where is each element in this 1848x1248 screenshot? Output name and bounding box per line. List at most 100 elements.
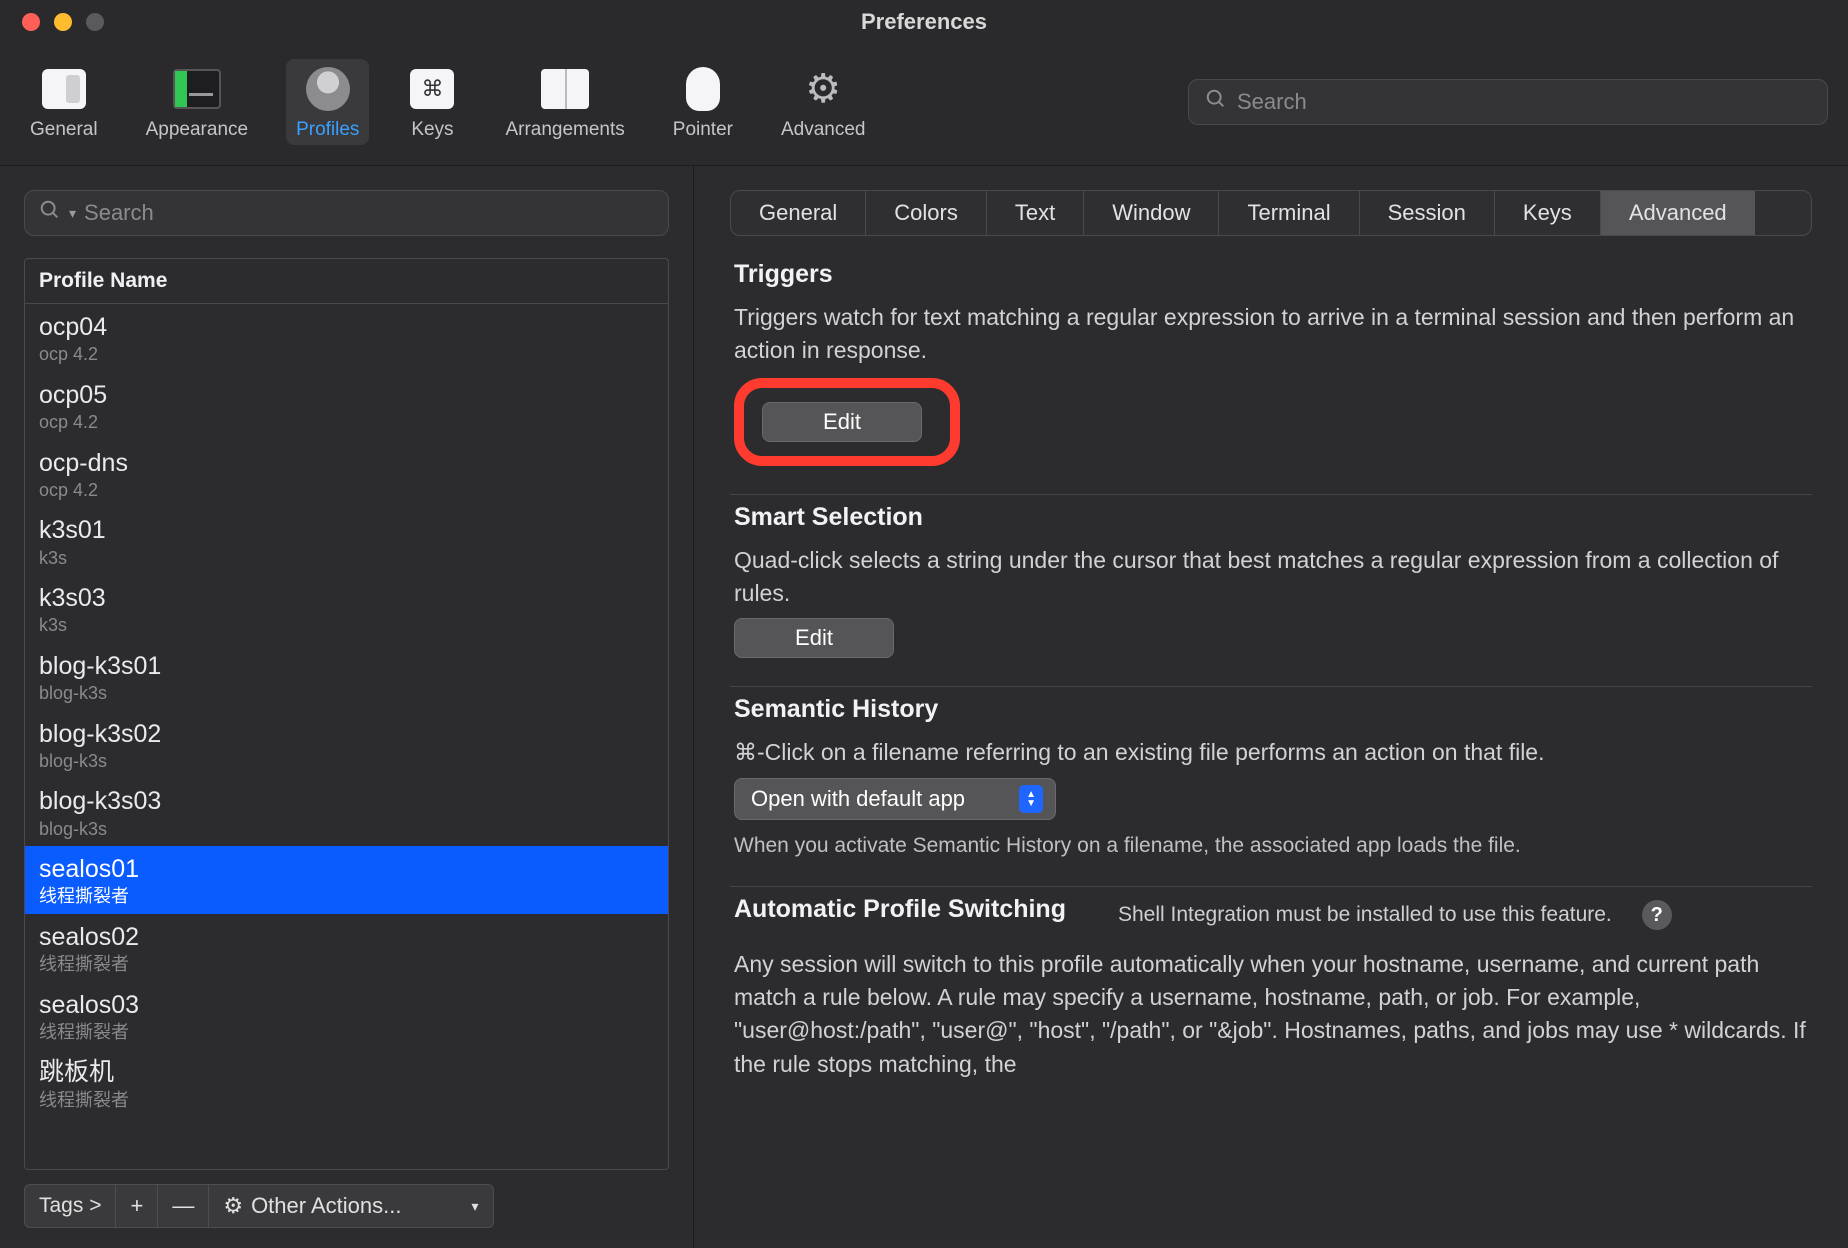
profile-row[interactable]: sealos03线程撕裂者 <box>25 982 668 1050</box>
smart-edit-button[interactable]: Edit <box>734 618 894 658</box>
minimize-window-button[interactable] <box>54 13 72 31</box>
profile-name: blog-k3s02 <box>39 719 654 750</box>
close-window-button[interactable] <box>22 13 40 31</box>
tab-window[interactable]: Window <box>1084 191 1219 235</box>
profile-row[interactable]: k3s01k3s <box>25 507 668 575</box>
profile-row[interactable]: k3s03k3s <box>25 575 668 643</box>
add-profile-button[interactable]: + <box>116 1184 158 1228</box>
smart-title: Smart Selection <box>734 503 1808 532</box>
toolbar-keys[interactable]: ⌘ Keys <box>397 59 467 145</box>
aps-title: Automatic Profile Switching <box>734 895 1066 924</box>
profile-row[interactable]: sealos01线程撕裂者 <box>25 846 668 914</box>
toolbar-search-input[interactable] <box>1237 89 1811 115</box>
toolbar-profiles-label: Profiles <box>296 119 359 141</box>
sidebar-footer: Tags > + — ⚙ Other Actions... ▾ <box>24 1184 669 1228</box>
profile-row[interactable]: blog-k3s01blog-k3s <box>25 643 668 711</box>
content: GeneralColorsTextWindowTerminalSessionKe… <box>694 166 1848 1248</box>
profile-subtitle: ocp 4.2 <box>39 411 654 434</box>
smart-desc: Quad-click selects a string under the cu… <box>734 544 1808 611</box>
profile-subtitle: 线程撕裂者 <box>39 1089 654 1112</box>
profile-row[interactable]: blog-k3s02blog-k3s <box>25 711 668 779</box>
profile-row[interactable]: blog-k3s03blog-k3s <box>25 778 668 846</box>
profile-search[interactable]: ▾ <box>24 190 669 236</box>
toolbar-keys-label: Keys <box>411 119 453 141</box>
tab-keys[interactable]: Keys <box>1495 191 1601 235</box>
chevron-down-icon: ▾ <box>471 1198 478 1215</box>
toolbar-general-label: General <box>30 119 98 141</box>
triggers-title: Triggers <box>734 260 1808 289</box>
other-actions-label: Other Actions... <box>251 1193 401 1219</box>
semantic-action-popup[interactable]: Open with default app ▲▼ <box>734 778 1056 820</box>
window-controls <box>0 13 104 31</box>
tab-text[interactable]: Text <box>987 191 1084 235</box>
profile-tabs: GeneralColorsTextWindowTerminalSessionKe… <box>730 190 1812 236</box>
tab-session[interactable]: Session <box>1360 191 1495 235</box>
tab-terminal[interactable]: Terminal <box>1219 191 1359 235</box>
profile-row[interactable]: 跳板机线程撕裂者 <box>25 1049 668 1117</box>
appearance-icon <box>172 65 222 113</box>
other-actions-button[interactable]: ⚙ Other Actions... ▾ <box>209 1184 493 1228</box>
chevron-down-icon[interactable]: ▾ <box>69 205 76 222</box>
profile-row[interactable]: ocp05ocp 4.2 <box>25 372 668 440</box>
help-icon[interactable]: ? <box>1642 900 1672 930</box>
section-triggers: Triggers Triggers watch for text matchin… <box>730 252 1812 495</box>
advanced-icon: ⚙ <box>798 65 848 113</box>
profile-name: ocp04 <box>39 312 654 343</box>
gear-icon: ⚙ <box>223 1193 243 1219</box>
tab-general[interactable]: General <box>731 191 866 235</box>
profile-name: blog-k3s03 <box>39 786 654 817</box>
toolbar-arrangements-label: Arrangements <box>505 119 624 141</box>
general-icon <box>39 65 89 113</box>
zoom-window-button[interactable] <box>86 13 104 31</box>
section-semantic-history: Semantic History ⌘-Click on a filename r… <box>730 687 1812 886</box>
semantic-note: When you activate Semantic History on a … <box>734 834 1808 858</box>
section-automatic-profile-switching: Automatic Profile Switching Shell Integr… <box>730 887 1812 1117</box>
toolbar-arrangements[interactable]: Arrangements <box>495 59 634 145</box>
profile-subtitle: ocp 4.2 <box>39 479 654 502</box>
profile-subtitle: blog-k3s <box>39 818 654 841</box>
toolbar-advanced[interactable]: ⚙ Advanced <box>771 59 876 145</box>
search-icon <box>39 199 61 227</box>
profile-subtitle: blog-k3s <box>39 750 654 773</box>
profile-name: blog-k3s01 <box>39 651 654 682</box>
profile-row[interactable]: sealos02线程撕裂者 <box>25 914 668 982</box>
main: ▾ Profile Name ocp04ocp 4.2ocp05ocp 4.2o… <box>0 166 1848 1248</box>
semantic-desc: ⌘-Click on a filename referring to an ex… <box>734 736 1808 769</box>
profile-name: 跳板机 <box>39 1057 654 1088</box>
triggers-edit-callout: Edit <box>734 378 960 466</box>
toolbar-pointer-label: Pointer <box>673 119 733 141</box>
semantic-title: Semantic History <box>734 695 1808 724</box>
toolbar-appearance[interactable]: Appearance <box>136 59 258 145</box>
profile-name: ocp05 <box>39 380 654 411</box>
triggers-edit-button[interactable]: Edit <box>762 402 922 442</box>
profile-list: Profile Name ocp04ocp 4.2ocp05ocp 4.2ocp… <box>24 258 669 1170</box>
profile-name: k3s01 <box>39 515 654 546</box>
toolbar-pointer[interactable]: Pointer <box>663 59 743 145</box>
tab-colors[interactable]: Colors <box>866 191 987 235</box>
remove-profile-button[interactable]: — <box>158 1184 209 1228</box>
profile-subtitle: 线程撕裂者 <box>39 953 654 976</box>
profile-row[interactable]: ocp-dnsocp 4.2 <box>25 440 668 508</box>
profile-name: ocp-dns <box>39 448 654 479</box>
toolbar-search[interactable] <box>1188 79 1828 125</box>
toolbar-profiles[interactable]: Profiles <box>286 59 369 145</box>
toolbar: General Appearance Profiles ⌘ Keys Arran… <box>0 44 1848 166</box>
profile-subtitle: k3s <box>39 614 654 637</box>
toolbar-appearance-label: Appearance <box>146 119 248 141</box>
profile-subtitle: k3s <box>39 547 654 570</box>
titlebar: Preferences <box>0 0 1848 44</box>
profile-name: sealos02 <box>39 922 654 953</box>
profile-search-input[interactable] <box>84 200 654 226</box>
profile-rows: ocp04ocp 4.2ocp05ocp 4.2ocp-dnsocp 4.2k3… <box>25 304 668 1169</box>
toolbar-general[interactable]: General <box>20 59 108 145</box>
profile-name: sealos03 <box>39 990 654 1021</box>
profile-row[interactable]: ocp04ocp 4.2 <box>25 304 668 372</box>
tab-advanced[interactable]: Advanced <box>1601 191 1755 235</box>
tags-button[interactable]: Tags > <box>24 1184 116 1228</box>
profile-list-header: Profile Name <box>25 259 668 304</box>
keys-icon: ⌘ <box>407 65 457 113</box>
window-title: Preferences <box>0 9 1848 35</box>
profile-name: sealos01 <box>39 854 654 885</box>
profile-subtitle: ocp 4.2 <box>39 343 654 366</box>
profile-subtitle: 线程撕裂者 <box>39 885 654 908</box>
